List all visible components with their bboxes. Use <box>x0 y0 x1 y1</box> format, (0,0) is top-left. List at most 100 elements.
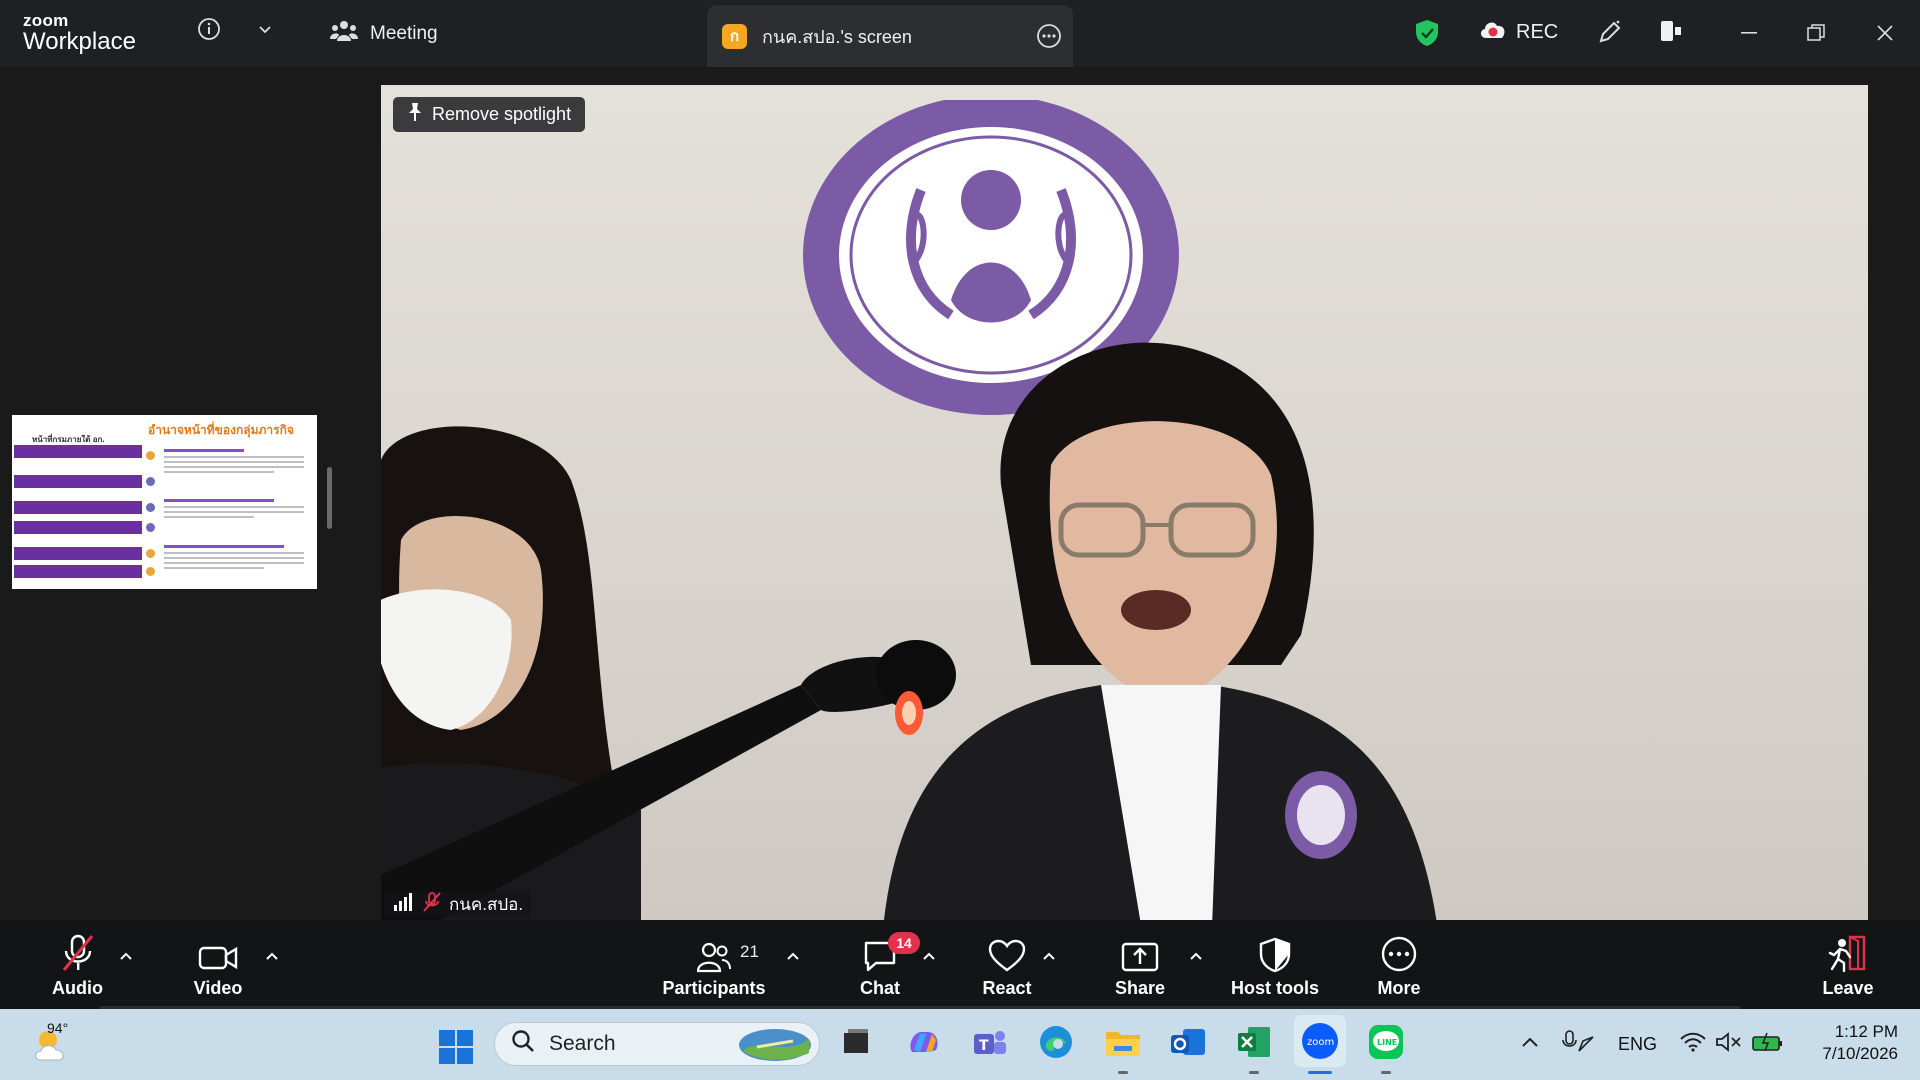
task-view-icon[interactable] <box>834 1018 878 1066</box>
show-hidden-icons-chevron-icon[interactable] <box>1518 1018 1542 1066</box>
share-button[interactable]: Share <box>1110 920 1170 1009</box>
outlook-icon[interactable] <box>1166 1018 1210 1066</box>
thumbnail-dot <box>146 503 155 512</box>
thumbnail-text-line <box>164 562 304 564</box>
video-label: Video <box>193 978 243 998</box>
thumbnail-panel-resize-handle[interactable] <box>327 467 332 529</box>
leave-button[interactable]: Leave <box>1818 920 1878 1009</box>
thumbnail-text-line <box>164 552 304 554</box>
logo-zoom-text: zoom <box>23 11 69 30</box>
teams-icon[interactable]: T <box>968 1018 1012 1066</box>
share-options-caret-icon[interactable] <box>1189 948 1203 966</box>
mic-muted-icon <box>61 933 95 978</box>
thumbnail-bar <box>14 501 142 514</box>
leave-label: Leave <box>1822 978 1874 998</box>
thumbnail-text-line <box>164 471 274 473</box>
chat-options-caret-icon[interactable] <box>922 948 936 966</box>
svg-text:zoom: zoom <box>1307 1037 1334 1048</box>
thumbnail-text-line <box>164 557 304 559</box>
thumbnail-dot <box>146 523 155 532</box>
participant-secondary <box>381 426 641 920</box>
restore-icon[interactable] <box>1804 21 1828 45</box>
running-indicator <box>1118 1071 1128 1074</box>
remove-spotlight-button[interactable]: Remove spotlight <box>393 97 586 132</box>
participants-label: Participants <box>662 978 766 998</box>
minimize-icon[interactable] <box>1737 20 1761 44</box>
chat-unread-badge: 14 <box>888 932 920 954</box>
line-app-icon[interactable]: LINE <box>1364 1018 1408 1066</box>
meeting-tab-label: Meeting <box>370 23 438 44</box>
clock-time: 1:12 PM <box>1834 1022 1898 1041</box>
zoom-workplace-logo: zoom Workplace <box>23 12 136 54</box>
thumbnail-text-line <box>164 567 264 569</box>
file-explorer-icon[interactable] <box>1101 1018 1145 1066</box>
people-icon <box>330 19 358 49</box>
shared-screen-thumbnail[interactable]: หน้าที่กรมภายใต้ อก. อำนาจหน้าที่ของกลุ่… <box>12 415 317 589</box>
participants-button[interactable]: Participants <box>658 920 770 1009</box>
thumbnail-dot <box>146 567 155 576</box>
thumbnail-dot <box>146 549 155 558</box>
info-icon[interactable] <box>196 16 222 42</box>
thumbnail-text-line <box>164 506 304 508</box>
share-label: Share <box>1114 978 1166 998</box>
audio-label: Audio <box>52 978 103 998</box>
react-options-caret-icon[interactable] <box>1042 948 1056 966</box>
thumbnail-right-title: อำนาจหน้าที่ของกลุ่มภารกิจ <box>148 423 294 437</box>
battery-charging-icon[interactable] <box>1748 1018 1788 1066</box>
thumbnail-bar <box>14 521 142 534</box>
thumbnail-bar <box>14 565 142 578</box>
speaker-video[interactable] <box>381 85 1868 920</box>
microphone-location-icon[interactable] <box>1560 1018 1596 1066</box>
side-panel-icon[interactable] <box>1657 17 1685 45</box>
audio-button[interactable]: Audio <box>40 920 115 1009</box>
svg-text:T: T <box>979 1038 989 1054</box>
input-language[interactable]: ENG <box>1618 1034 1657 1055</box>
participants-count: 21 <box>740 942 759 961</box>
excel-icon[interactable] <box>1232 1018 1276 1066</box>
video-button[interactable]: Video <box>183 920 253 1009</box>
windows-start-icon[interactable] <box>434 1025 478 1069</box>
ellipsis-circle-icon[interactable] <box>1035 22 1063 55</box>
edge-browser-icon[interactable] <box>1034 1018 1078 1066</box>
volume-muted-icon[interactable] <box>1712 1018 1746 1066</box>
participants-icon <box>696 941 731 978</box>
close-icon[interactable] <box>1873 21 1897 45</box>
zoom-app-icon[interactable]: zoom <box>1294 1015 1346 1067</box>
chevron-down-icon[interactable] <box>254 18 276 40</box>
wifi-icon[interactable] <box>1676 1018 1710 1066</box>
video-options-caret-icon[interactable] <box>265 948 279 966</box>
participants-options-caret-icon[interactable] <box>786 948 800 966</box>
ellipsis-icon <box>1380 935 1418 978</box>
more-button[interactable]: More <box>1371 920 1427 1009</box>
search-placeholder: Search <box>549 1032 616 1055</box>
remove-spotlight-label: Remove spotlight <box>432 104 572 124</box>
taskbar-search-box[interactable]: Search <box>494 1022 820 1066</box>
copilot-icon[interactable] <box>902 1018 946 1066</box>
share-screen-icon <box>1121 941 1159 978</box>
audio-options-caret-icon[interactable] <box>119 948 133 966</box>
cloud-record-icon <box>1478 18 1508 46</box>
title-bar: zoom Workplace Meeting ก กนค.สปอ.'s scre… <box>0 0 1920 67</box>
system-clock[interactable]: 1:12 PM 7/10/2026 <box>1802 1021 1898 1065</box>
shield-check-icon[interactable] <box>1413 18 1441 48</box>
host-tools-label: Host tools <box>1231 978 1319 998</box>
camera-icon <box>198 943 238 978</box>
thumbnail-heading-line <box>164 499 274 502</box>
react-button[interactable]: React <box>975 920 1039 1009</box>
chat-label: Chat <box>860 978 900 998</box>
shared-screen-tab[interactable]: ก กนค.สปอ.'s screen <box>707 5 1073 67</box>
svg-text:LINE: LINE <box>1377 1038 1397 1047</box>
thumbnail-text-line <box>164 511 304 513</box>
host-tools-button[interactable]: Host tools <box>1228 920 1322 1009</box>
record-indicator[interactable]: REC <box>1478 18 1558 46</box>
screen-tab-label: กนค.สปอ.'s screen <box>762 26 912 47</box>
leave-icon <box>1828 935 1868 978</box>
participant-name: กนค.สปอ. <box>449 894 524 914</box>
thumbnail-text-line <box>164 516 254 518</box>
thumbnail-bar <box>14 445 142 458</box>
mic-muted-icon <box>423 891 441 917</box>
more-label: More <box>1377 978 1421 998</box>
thumbnail-heading-line <box>164 545 284 548</box>
pen-icon[interactable] <box>1596 18 1624 46</box>
meeting-tab[interactable]: Meeting <box>330 18 438 50</box>
